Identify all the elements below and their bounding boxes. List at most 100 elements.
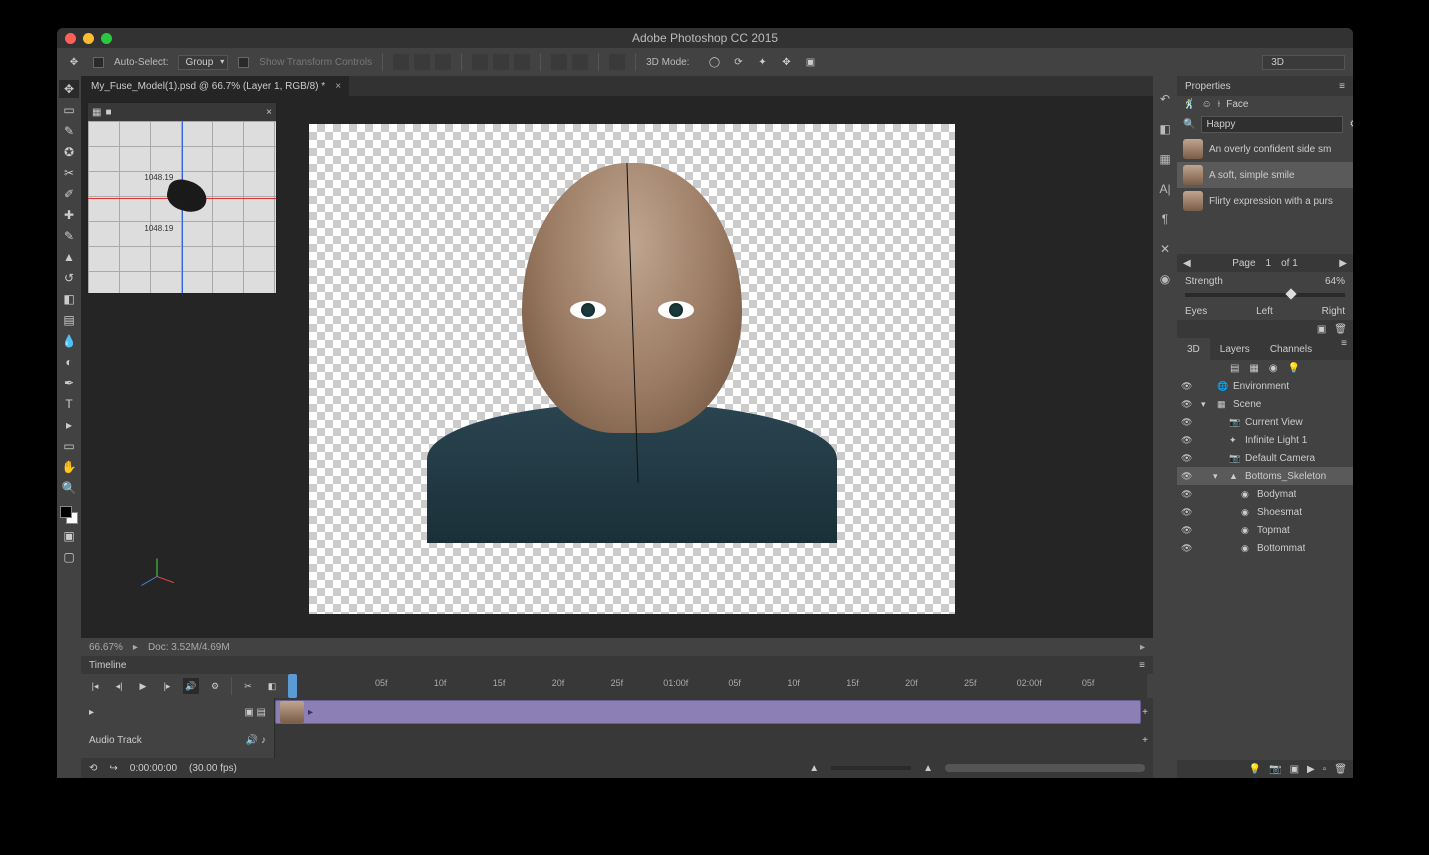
zoom-tool[interactable]: 🔍 [59,479,79,497]
distribute-v-icon[interactable] [572,54,588,70]
visibility-toggle-icon[interactable]: 👁 [1181,471,1193,482]
filter-scene-icon[interactable]: ▤ [1230,363,1239,374]
distribute-h-icon[interactable] [551,54,567,70]
document-tab[interactable]: My_Fuse_Model(1).psd @ 66.7% (Layer 1, R… [81,76,349,96]
scene-item[interactable]: 👁▾▲Bottoms_Skeleton [1177,467,1353,485]
dock-tools-icon[interactable]: ✕ [1156,240,1174,258]
3d-orbit-icon[interactable]: ◯ [705,53,723,71]
add-audio-track-button[interactable]: + [1139,728,1151,752]
move-tool[interactable]: ✥ [59,80,79,98]
type-tool[interactable]: T [59,395,79,413]
align-left-icon[interactable] [472,54,488,70]
tl-play-button[interactable]: ▶ [135,678,151,694]
pose-item[interactable]: Flirty expression with a purs [1177,188,1353,214]
eraser-tool[interactable]: ◧ [59,290,79,308]
tl-transition-button[interactable]: ◧ [264,678,280,694]
tl-zoom-out-icon[interactable]: ▲ [809,763,819,774]
workspace-dropdown[interactable]: 3D [1262,55,1345,70]
new-camera-icon[interactable]: 📷 [1269,764,1281,775]
tl-forward-icon[interactable]: ↪ [109,763,117,774]
audio-mute-icon[interactable]: 🔊 [246,735,258,746]
navigator-panel[interactable]: ▦ ■ × 1048.19 1048.19 [87,102,277,294]
panel-tab-3d[interactable]: 3D [1177,338,1210,360]
zoom-popup-icon[interactable]: ▸ [133,642,138,653]
expand-toggle-icon[interactable]: ▾ [1201,399,1213,410]
foreground-color-swatch[interactable] [60,506,72,518]
3d-roll-icon[interactable]: ⟳ [729,53,747,71]
visibility-toggle-icon[interactable]: 👁 [1181,399,1193,410]
auto-align-icon[interactable] [609,54,625,70]
timeline-menu-icon[interactable]: ≡ [1139,660,1145,671]
track-filmstrip-icon[interactable]: ▤ [257,707,266,718]
render-icon[interactable]: ▶ [1307,764,1315,775]
stamp-tool[interactable]: ▲ [59,248,79,266]
scene-item[interactable]: 👁🌐Environment [1177,377,1353,395]
scene-item[interactable]: 👁◉Topmat [1177,521,1353,539]
new-layer-icon[interactable]: ▫ [1323,764,1327,775]
scene-item[interactable]: 👁◉Bodymat [1177,485,1353,503]
visibility-toggle-icon[interactable]: 👁 [1181,489,1193,500]
visibility-toggle-icon[interactable]: 👁 [1181,507,1193,518]
pose-item[interactable]: An overly confident side sm [1177,136,1353,162]
audio-note-icon[interactable]: ♪ [261,735,266,746]
align-vcenter-icon[interactable] [414,54,430,70]
expand-toggle-icon[interactable]: ▾ [1213,471,1225,482]
dock-swatches-icon[interactable]: ▦ [1156,150,1174,168]
brush-tool[interactable]: ✎ [59,227,79,245]
canvas-area[interactable]: ▦ ■ × 1048.19 1048.19 [81,96,1153,638]
trash-icon[interactable]: 🗑 [1334,324,1347,335]
dock-paragraph-icon[interactable]: ¶ [1156,210,1174,228]
hand-tool[interactable]: ✋ [59,458,79,476]
pager-prev-button[interactable]: ◀ [1183,258,1191,269]
face-icon[interactable]: ☺ [1201,99,1211,110]
playhead[interactable] [288,674,297,698]
align-right-icon[interactable] [514,54,530,70]
eyes-right[interactable]: Right [1322,306,1345,317]
quick-select-tool[interactable]: ✪ [59,143,79,161]
scene-item[interactable]: 👁◉Bottommat [1177,539,1353,557]
tl-time[interactable]: 0:00:00:00 [130,763,177,774]
filter-mesh-icon[interactable]: ▦ [1249,363,1258,374]
visibility-toggle-icon[interactable]: 👁 [1181,381,1193,392]
navigator-preview[interactable]: 1048.19 1048.19 [88,121,276,293]
search-settings-icon[interactable]: ⚙ [1349,119,1353,130]
tl-zoom-slider[interactable] [831,766,911,770]
dock-color-icon[interactable]: ◧ [1156,120,1174,138]
nav-camera-icon[interactable]: ▦ [92,107,101,118]
visibility-toggle-icon[interactable]: 👁 [1181,435,1193,446]
scene-item[interactable]: 👁📷Current View [1177,413,1353,431]
lasso-tool[interactable]: ✎ [59,122,79,140]
pen-tool[interactable]: ✒ [59,374,79,392]
filter-material-icon[interactable]: ◉ [1269,363,1278,374]
shape-tool[interactable]: ▭ [59,437,79,455]
new-mesh-icon[interactable]: ▣ [1290,764,1299,775]
video-track-header[interactable]: ▸ ▣ ▤ [81,698,274,726]
dock-adjustments-icon[interactable]: A| [1156,180,1174,198]
filter-light-icon[interactable]: 💡 [1288,363,1300,374]
pose-search-input[interactable] [1201,116,1343,133]
tl-mute-button[interactable]: 🔊 [183,678,199,694]
align-hcenter-icon[interactable] [493,54,509,70]
dock-cc-icon[interactable]: ◉ [1156,270,1174,288]
screen-mode-tool[interactable]: ▢ [59,548,79,566]
window-zoom-button[interactable] [101,33,112,44]
visibility-toggle-icon[interactable]: 👁 [1181,525,1193,536]
3d-model-render[interactable] [507,163,757,483]
auto-select-checkbox[interactable] [93,57,104,68]
nav-video-icon[interactable]: ■ [105,107,111,118]
window-minimize-button[interactable] [83,33,94,44]
tl-fps[interactable]: (30.00 fps) [189,763,237,774]
3d-scale-icon[interactable]: ▣ [801,53,819,71]
pager-next-button[interactable]: ▶ [1339,258,1347,269]
zoom-level[interactable]: 66.67% [89,642,123,653]
timeline-ruler[interactable]: 05f10f15f20f25f01:00f05f10f15f20f25f02:0… [288,674,1147,698]
video-clip[interactable]: ▸ [275,700,1141,724]
new-light-icon[interactable]: 💡 [1249,764,1261,775]
doc-info[interactable]: Doc: 3.52M/4.69M [148,642,230,653]
crop-tool[interactable]: ✂ [59,164,79,182]
window-close-button[interactable] [65,33,76,44]
status-arrow-icon[interactable]: ▸ [1140,642,1145,653]
panel-tab-layers[interactable]: Layers [1210,338,1260,360]
visibility-toggle-icon[interactable]: 👁 [1181,453,1193,464]
auto-select-mode-dropdown[interactable]: Group [178,55,228,70]
